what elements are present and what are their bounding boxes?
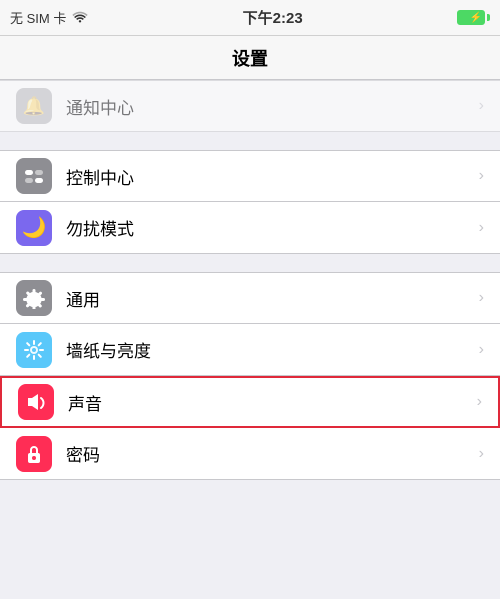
battery-body: ⚡ bbox=[457, 10, 485, 25]
status-bar: 无 SIM 卡 下午2:23 ⚡ bbox=[0, 0, 500, 36]
list-item-control-center[interactable]: 控制中心 › bbox=[0, 150, 500, 202]
do-not-disturb-chevron: › bbox=[479, 219, 484, 237]
wallpaper-icon bbox=[16, 332, 52, 368]
passcode-chevron: › bbox=[479, 445, 484, 463]
sim-text: 无 SIM 卡 bbox=[10, 8, 66, 27]
do-not-disturb-icon: 🌙 bbox=[16, 210, 52, 246]
wallpaper-chevron: › bbox=[479, 341, 484, 359]
list-item-general[interactable]: 通用 › bbox=[0, 272, 500, 324]
control-center-icon bbox=[16, 158, 52, 194]
battery-tip bbox=[487, 14, 490, 21]
general-icon bbox=[16, 280, 52, 316]
status-left: 无 SIM 卡 bbox=[10, 8, 88, 27]
section-notifications: 🔔 通知中心 › bbox=[0, 80, 500, 132]
page-title: 设置 bbox=[232, 45, 268, 71]
list-item-do-not-disturb[interactable]: 🌙 勿扰模式 › bbox=[0, 202, 500, 254]
battery-bolt: ⚡ bbox=[470, 12, 482, 23]
notifications-icon: 🔔 bbox=[16, 88, 52, 124]
general-label: 通用 bbox=[66, 286, 471, 311]
passcode-icon bbox=[16, 436, 52, 472]
notifications-chevron: › bbox=[479, 97, 484, 115]
section-divider-1 bbox=[0, 132, 500, 150]
list-item-sound[interactable]: 声音 › bbox=[0, 376, 500, 428]
list-item-notifications[interactable]: 🔔 通知中心 › bbox=[0, 80, 500, 132]
general-chevron: › bbox=[479, 289, 484, 307]
control-center-chevron: › bbox=[479, 167, 484, 185]
list-item-passcode[interactable]: 密码 › bbox=[0, 428, 500, 480]
status-time: 下午2:23 bbox=[243, 7, 303, 28]
sound-chevron: › bbox=[477, 393, 482, 411]
settings-list: 🔔 通知中心 › 控制中心 › 🌙 勿扰模式 bbox=[0, 80, 500, 480]
section-control: 控制中心 › 🌙 勿扰模式 › bbox=[0, 150, 500, 254]
sound-label: 声音 bbox=[68, 390, 469, 415]
wallpaper-label: 墙纸与亮度 bbox=[66, 337, 471, 362]
notifications-label: 通知中心 bbox=[66, 94, 471, 119]
list-item-wallpaper[interactable]: 墙纸与亮度 › bbox=[0, 324, 500, 376]
do-not-disturb-label: 勿扰模式 bbox=[66, 215, 471, 240]
status-right: ⚡ bbox=[457, 10, 490, 25]
control-center-label: 控制中心 bbox=[66, 164, 471, 189]
section-divider-2 bbox=[0, 254, 500, 272]
battery-indicator: ⚡ bbox=[457, 10, 490, 25]
navigation-bar: 设置 bbox=[0, 36, 500, 80]
wifi-icon bbox=[72, 10, 88, 26]
sound-icon bbox=[18, 384, 54, 420]
passcode-label: 密码 bbox=[66, 441, 471, 466]
section-general: 通用 › 墙纸与亮度 › bbox=[0, 272, 500, 480]
